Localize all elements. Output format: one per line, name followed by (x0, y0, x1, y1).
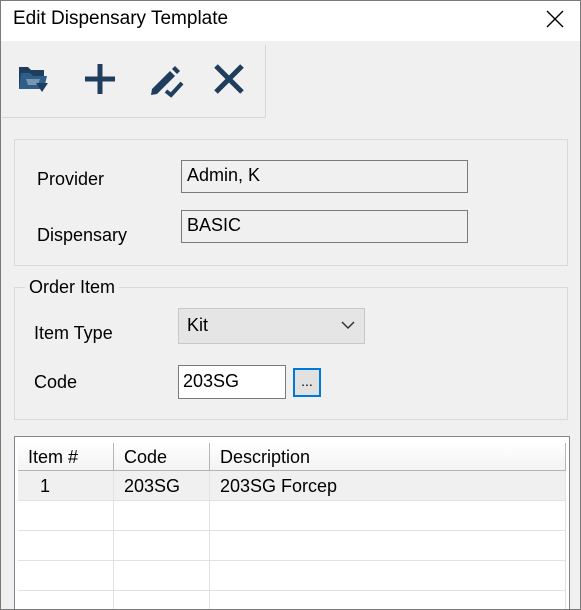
delete-button[interactable] (207, 57, 251, 101)
pencil-check-icon (151, 66, 184, 98)
window-title: Edit Dispensary Template (13, 8, 229, 29)
folder-open-icon (19, 67, 48, 92)
chevron-down-icon (341, 321, 355, 330)
code-label: Code (34, 372, 78, 392)
table-row[interactable]: 1 203SG 203SG Forcep (18, 471, 566, 501)
edit-button[interactable] (144, 57, 188, 101)
items-grid[interactable]: Item # Code Description 1 203SG 203SG Fo… (14, 436, 570, 609)
empty-cell (210, 531, 566, 561)
code-browse-button[interactable]: ... (293, 368, 321, 397)
plus-icon (85, 64, 115, 94)
grid-header: Item # Code Description (18, 443, 566, 471)
item-type-value: Kit (187, 315, 209, 335)
cell-description: 203SG Forcep (210, 471, 566, 501)
empty-cell (18, 591, 114, 609)
toolbar (2, 45, 266, 118)
empty-cell (210, 501, 566, 531)
empty-cell (114, 501, 210, 531)
order-item-group (14, 287, 568, 420)
cell-code: 203SG (114, 471, 210, 501)
add-button[interactable] (78, 57, 122, 101)
empty-cell (18, 561, 114, 591)
order-item-legend: Order Item (25, 277, 120, 298)
dispensary-label: Dispensary (37, 225, 128, 245)
close-button[interactable] (540, 5, 570, 33)
header-panel (14, 139, 568, 266)
dispensary-field: BASIC (181, 210, 468, 243)
empty-row (18, 531, 566, 561)
empty-row (18, 591, 566, 609)
title-bar: Edit Dispensary Template (1, 1, 580, 41)
provider-label: Provider (37, 169, 105, 189)
empty-row (18, 561, 566, 591)
item-type-label: Item Type (34, 323, 113, 343)
provider-field: Admin, K (181, 160, 468, 193)
close-icon (546, 10, 564, 28)
open-folder-button[interactable] (12, 57, 56, 101)
column-header-item-no[interactable]: Item # (18, 443, 114, 471)
empty-cell (18, 531, 114, 561)
code-input[interactable]: 203SG (178, 365, 286, 399)
empty-cell (114, 591, 210, 609)
empty-cell (210, 561, 566, 591)
delete-x-icon (214, 64, 244, 94)
empty-cell (114, 561, 210, 591)
empty-cell (210, 591, 566, 609)
cell-item-no: 1 (18, 471, 114, 501)
column-header-code[interactable]: Code (114, 443, 210, 471)
empty-row (18, 501, 566, 531)
item-type-select[interactable]: Kit (178, 308, 365, 344)
empty-cell (114, 531, 210, 561)
column-header-description[interactable]: Description (210, 443, 566, 471)
empty-cell (18, 501, 114, 531)
dialog-window: Edit Dispensary Template Provider Admin,… (0, 0, 581, 610)
